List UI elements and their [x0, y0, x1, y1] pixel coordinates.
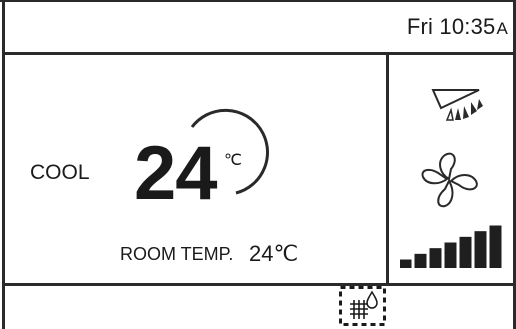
fan-speed-bar	[459, 236, 472, 268]
fan-speed-bars[interactable]	[400, 224, 510, 268]
frame-top	[0, 0, 516, 2]
side-divider	[386, 52, 389, 286]
fan-speed-bar	[429, 248, 442, 268]
swing-louver-icon[interactable]	[431, 86, 485, 126]
set-temperature-unit: ℃	[224, 152, 242, 169]
room-temp-value: 24℃	[249, 241, 299, 266]
header-divider	[2, 52, 516, 55]
fan-icon[interactable]	[419, 151, 481, 209]
fan-speed-bar	[414, 253, 427, 268]
clock-day: Fri	[406, 14, 434, 39]
filter-drop-icon	[339, 286, 386, 326]
mode-label[interactable]: COOL	[30, 161, 90, 185]
fan-speed-bar	[444, 242, 457, 268]
fan-speed-bar	[474, 231, 487, 268]
frame-left	[2, 0, 5, 329]
clock-time: 10:35	[439, 14, 496, 39]
footer-divider	[2, 283, 516, 286]
fan-speed-bar	[400, 259, 412, 268]
set-temperature[interactable]: 24	[134, 136, 218, 212]
room-temp-label: ROOM TEMP.	[120, 244, 234, 264]
fan-speed-bar	[489, 225, 502, 268]
clock-ampm: A	[496, 19, 508, 38]
clock: Fri 10:35A	[407, 14, 508, 40]
thermostat-display: Fri 10:35A COOL 24 ℃ ROOM TEMP. 24℃	[0, 0, 516, 329]
